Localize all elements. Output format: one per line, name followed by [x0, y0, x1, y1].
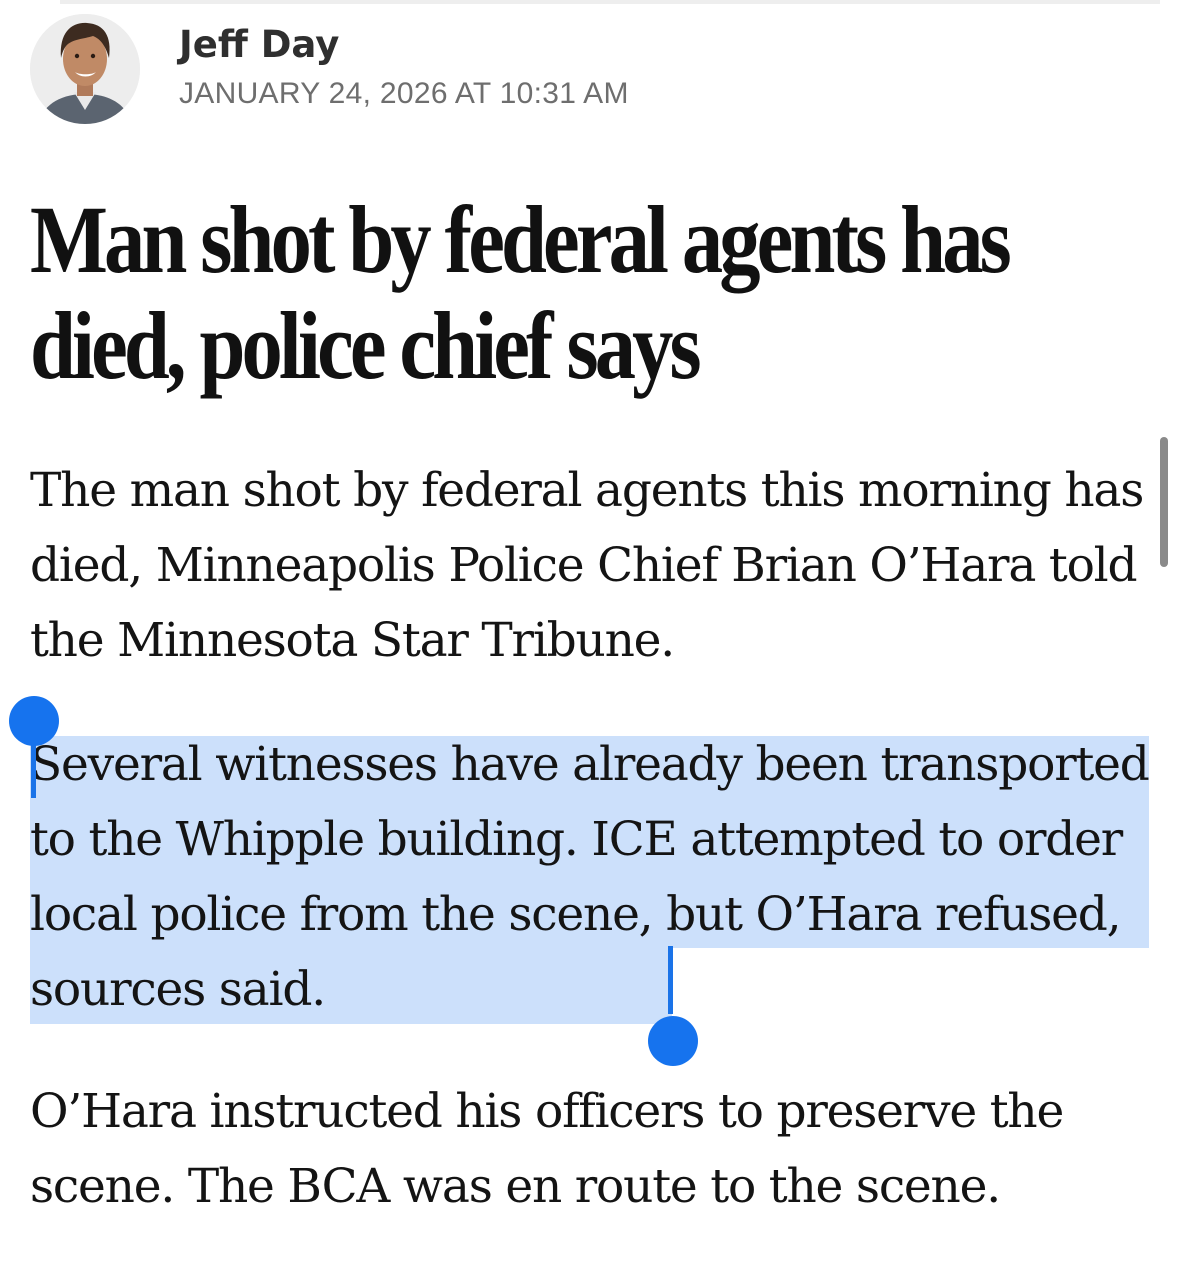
author-byline: Jeff Day JANUARY 24, 2026 AT 10:31 AM: [30, 14, 1130, 138]
vertical-scrollbar[interactable]: [1160, 437, 1168, 567]
article-headline: Man shot by federal agents has died, poli…: [30, 187, 1012, 399]
headline-line-2: died, police chief says: [30, 292, 702, 399]
top-divider: [60, 0, 1160, 4]
article-paragraph-1: The man shot by federal agents this morn…: [30, 463, 1144, 668]
article-paragraph-2: Several witnesses have already been tran…: [30, 737, 1150, 1017]
headline-line-1: Man shot by federal agents has: [30, 186, 1012, 293]
selection-start-caret: [31, 738, 36, 798]
author-photo: [30, 14, 140, 124]
selection-end-caret: [668, 946, 673, 1014]
publish-timestamp: JANUARY 24, 2026 AT 10:31 AM: [179, 77, 629, 110]
author-avatar[interactable]: [30, 14, 140, 124]
selection-start-handle[interactable]: [9, 696, 59, 746]
article-paragraph-3: O’Hara instructed his officers to preser…: [30, 1084, 1064, 1214]
author-name[interactable]: Jeff Day: [179, 22, 339, 68]
selection-end-handle[interactable]: [648, 1016, 698, 1066]
